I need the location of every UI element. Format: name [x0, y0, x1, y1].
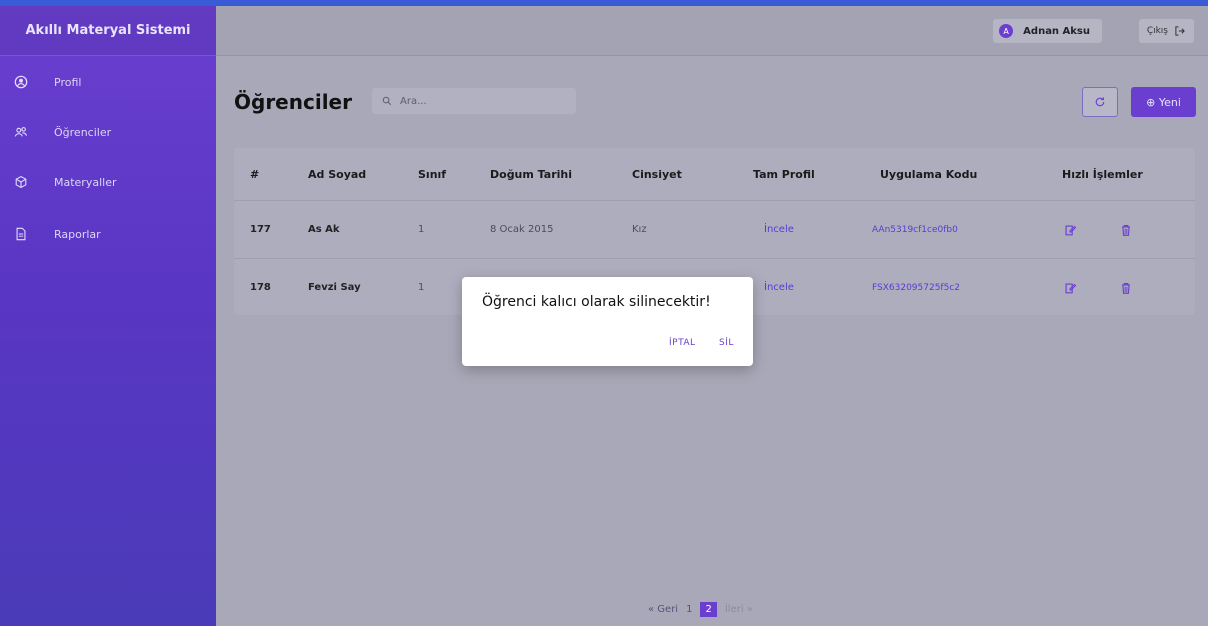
app-code-link[interactable]: AAn5319cf1ce0fb0 [872, 225, 958, 235]
row-class: 1 [418, 282, 425, 293]
row-id: 177 [250, 224, 271, 235]
row-name: As Ak [308, 224, 340, 235]
column-header: Hızlı İşlemler [1062, 167, 1143, 181]
profile-link[interactable]: İncele [764, 282, 794, 293]
table-row: 177 As Ak 1 8 Ocak 2015 Kız İncele AAn53… [234, 200, 1195, 258]
sidebar-item-label: Profil [54, 75, 82, 89]
sidebar-item-label: Öğrenciler [54, 125, 112, 139]
dialog-message: Öğrenci kalıcı olarak silinecektir! [482, 294, 711, 310]
avatar: A [999, 24, 1014, 38]
row-gender: Kız [632, 224, 647, 235]
page-title: Öğrenciler [234, 90, 352, 114]
user-name: Adnan Aksu [1023, 25, 1090, 37]
sidebar-item-label: Raporlar [54, 227, 101, 241]
column-header: Ad Soyad [308, 167, 367, 181]
sidebar-item-ogrenciler[interactable]: Öğrenciler [0, 108, 216, 156]
page-button-current[interactable]: 2 [700, 601, 717, 617]
sidebar: Akıllı Materyal Sistemi Profil Öğrencile… [0, 6, 216, 626]
top-bar: A Adnan Aksu Çıkış [216, 6, 1208, 56]
delete-icon[interactable] [1119, 281, 1133, 295]
search-input[interactable]: Ara... [372, 88, 576, 114]
profile-link[interactable]: İncele [764, 224, 794, 235]
row-id: 178 [250, 282, 271, 293]
sidebar-item-label: Materyaller [54, 175, 117, 189]
refresh-icon [1095, 97, 1105, 107]
row-birth-date: 8 Ocak 2015 [490, 224, 554, 235]
top-accent-bar [0, 0, 1208, 6]
row-name: Fevzi Say [308, 282, 361, 293]
delete-confirm-dialog: Öğrenci kalıcı olarak silinecektir! İPTA… [462, 277, 753, 366]
app-title: Akıllı Materyal Sistemi [0, 6, 216, 56]
search-placeholder: Ara... [400, 95, 427, 107]
cancel-button[interactable]: İPTAL [669, 338, 696, 348]
document-icon [12, 225, 30, 243]
edit-icon[interactable] [1063, 281, 1077, 295]
prev-page-button[interactable]: « Geri [648, 604, 678, 615]
page-button[interactable]: 1 [686, 604, 692, 615]
refresh-button[interactable] [1082, 87, 1118, 117]
row-class: 1 [418, 224, 425, 235]
column-header: Uygulama Kodu [880, 167, 978, 181]
column-header: Sınıf [418, 167, 447, 181]
next-page-button[interactable]: İleri » [725, 604, 753, 615]
new-button[interactable]: ⊕ Yeni [1131, 87, 1196, 117]
user-menu[interactable]: A Adnan Aksu [993, 19, 1102, 43]
confirm-delete-button[interactable]: SİL [719, 338, 734, 348]
app-code-link[interactable]: FSX632095725f5c2 [872, 283, 960, 293]
table-header-row: # Ad Soyad Sınıf Doğum Tarihi Cinsiyet T… [234, 148, 1195, 200]
sidebar-item-materyaller[interactable]: Materyaller [0, 156, 216, 208]
user-circle-icon [12, 73, 30, 91]
column-header: Tam Profil [753, 167, 815, 181]
edit-icon[interactable] [1063, 223, 1077, 237]
sidebar-item-raporlar[interactable]: Raporlar [0, 208, 216, 260]
logout-icon [1175, 26, 1185, 36]
logout-label: Çıkış [1146, 26, 1168, 36]
column-header: # [250, 167, 260, 181]
column-header: Cinsiyet [632, 167, 682, 181]
column-header: Doğum Tarihi [490, 167, 572, 181]
users-icon [12, 123, 30, 141]
pagination: « Geri 1 2 İleri » [648, 599, 761, 619]
search-icon [382, 96, 392, 106]
delete-icon[interactable] [1119, 223, 1133, 237]
cube-icon [12, 173, 30, 191]
logout-button[interactable]: Çıkış [1138, 19, 1194, 43]
sidebar-item-profil[interactable]: Profil [0, 56, 216, 108]
